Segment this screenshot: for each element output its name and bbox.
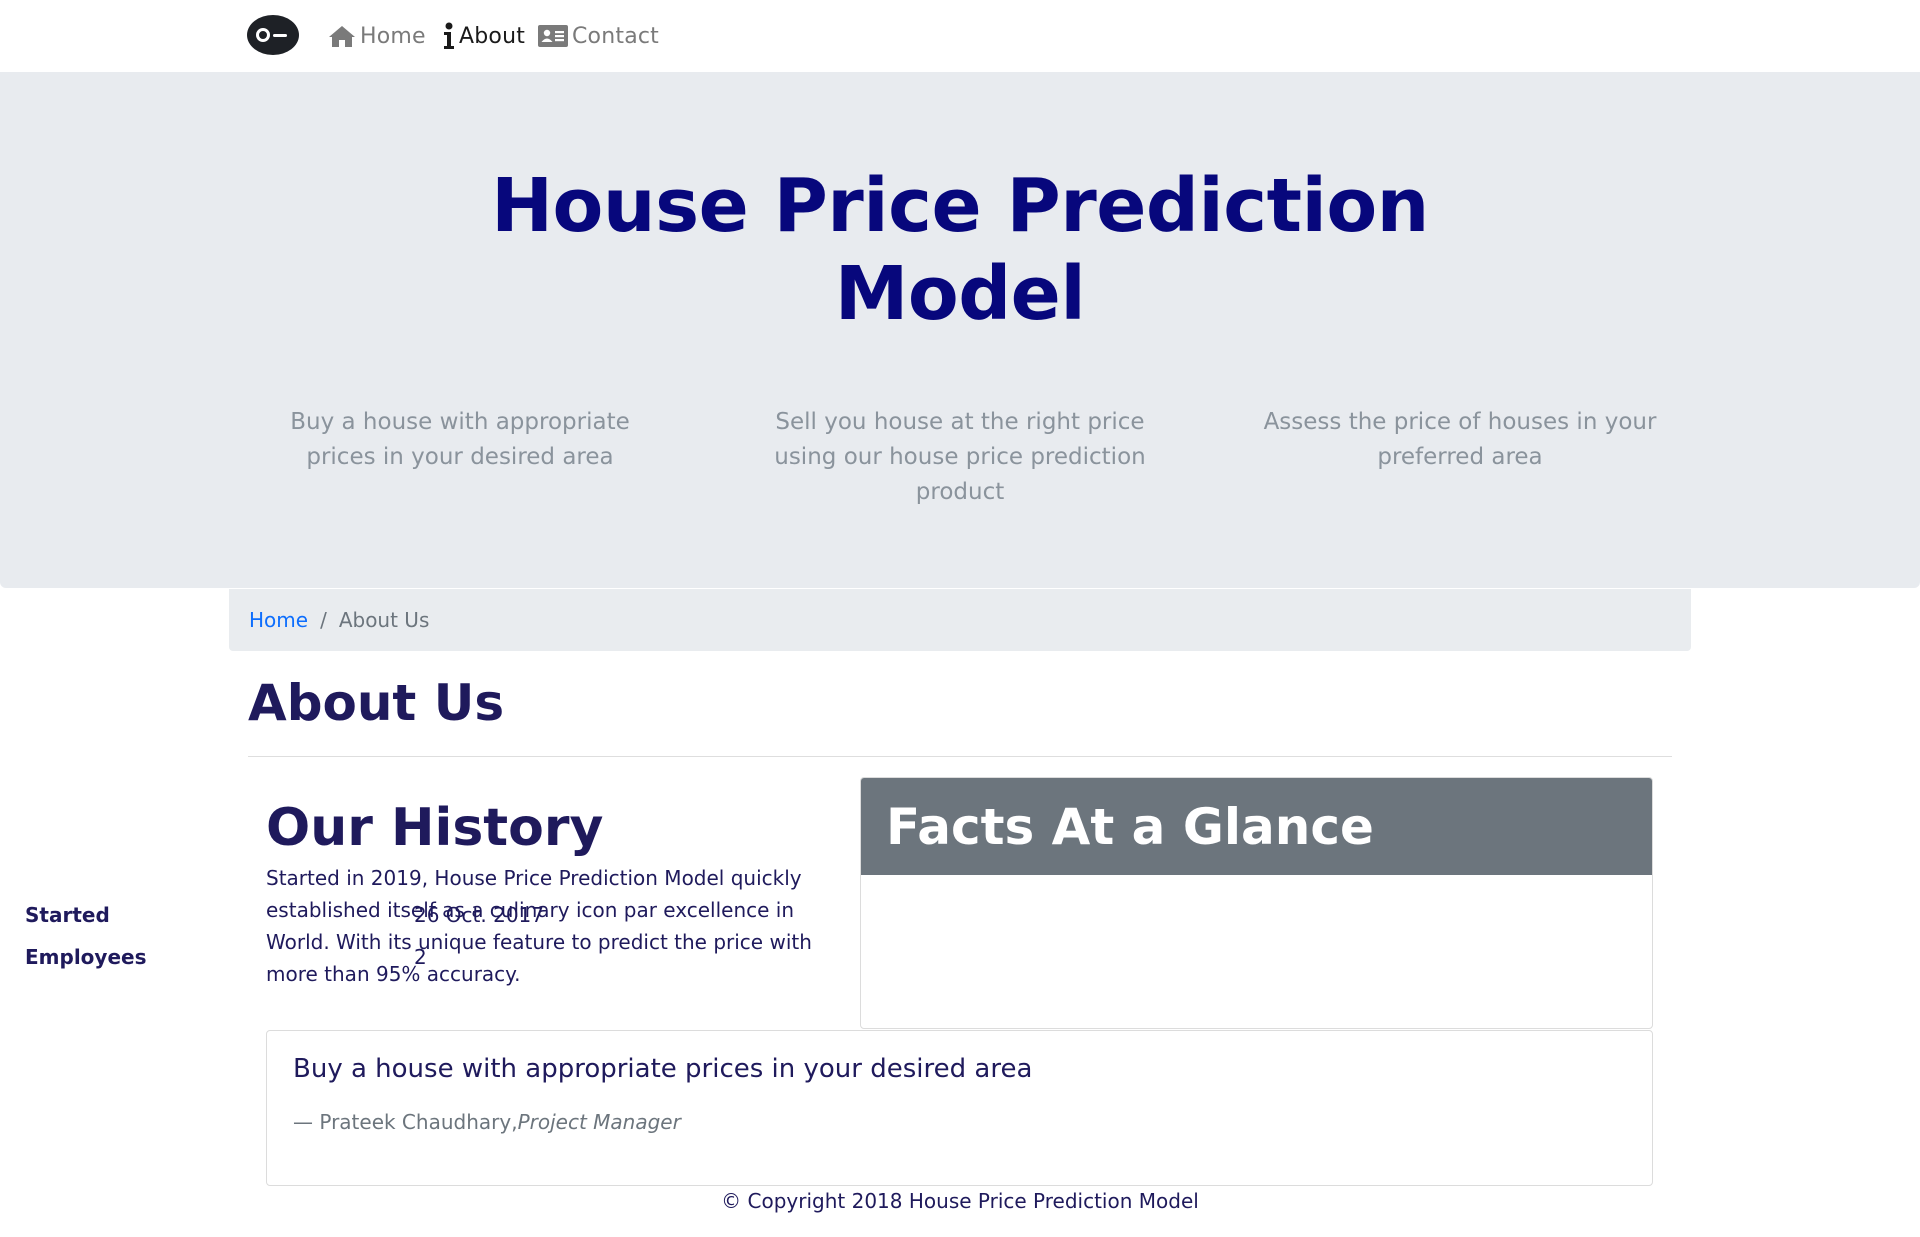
facts-row-employees: Employees 2 — [25, 942, 765, 972]
nav-about-label: About — [459, 23, 526, 49]
facts-title: Facts At a Glance — [886, 797, 1374, 856]
facts-card: Facts At a Glance — [860, 777, 1653, 1029]
hero-jumbotron: House Price Prediction Model Buy a house… — [0, 72, 1920, 588]
facts-row-started: Started 26 Oct. 2017 — [25, 900, 765, 930]
logo-ring — [256, 28, 270, 42]
page-divider — [248, 756, 1672, 757]
history-title: Our History — [266, 798, 604, 858]
info-icon — [444, 22, 454, 49]
contact-card-icon — [538, 25, 568, 47]
breadcrumb-current: About Us — [338, 608, 430, 632]
copyright-footer: © Copyright 2018 House Price Prediction … — [721, 1189, 1199, 1213]
facts-value: 2 — [414, 945, 427, 969]
quote-card: Buy a house with appropriate prices in y… — [266, 1030, 1653, 1186]
home-icon — [329, 26, 355, 47]
quote-text: Buy a house with appropriate prices in y… — [293, 1054, 1033, 1084]
nav-home-label: Home — [360, 23, 426, 49]
nav-contact-link[interactable]: Contact — [538, 20, 659, 52]
breadcrumb: Home / About Us — [229, 589, 1691, 651]
brand-logo-icon[interactable] — [247, 15, 299, 55]
page-title: About Us — [248, 674, 505, 732]
hero-title-line2: Model — [834, 251, 1086, 337]
navbar: Home About Contact — [0, 0, 1920, 72]
quote-author: — Prateek Chaudhary, — [293, 1110, 518, 1134]
quote-role: Project Manager — [517, 1110, 681, 1134]
quote-footer: — Prateek Chaudhary,Project Manager — [293, 1107, 681, 1137]
nav-about-link[interactable]: About — [443, 20, 525, 52]
hero-title: House Price Prediction Model — [400, 162, 1520, 338]
facts-card-header: Facts At a Glance — [861, 778, 1652, 875]
hero-column-sell: Sell you house at the right price using … — [774, 409, 1146, 505]
hero-column-assess: Assess the price of houses in your prefe… — [1263, 409, 1657, 470]
facts-key: Started — [25, 903, 110, 927]
hero-title-line1: House Price Prediction — [491, 163, 1429, 249]
nav-contact-label: Contact — [572, 23, 659, 49]
nav-home-link[interactable]: Home — [328, 20, 426, 52]
facts-key: Employees — [25, 945, 147, 969]
breadcrumb-home-link[interactable]: Home — [249, 608, 308, 632]
logo-bar — [273, 34, 287, 37]
breadcrumb-separator: / — [320, 608, 327, 632]
hero-column-buy: Buy a house with appropriate prices in y… — [290, 409, 630, 470]
facts-value: 26 Oct. 2017 — [414, 903, 544, 927]
